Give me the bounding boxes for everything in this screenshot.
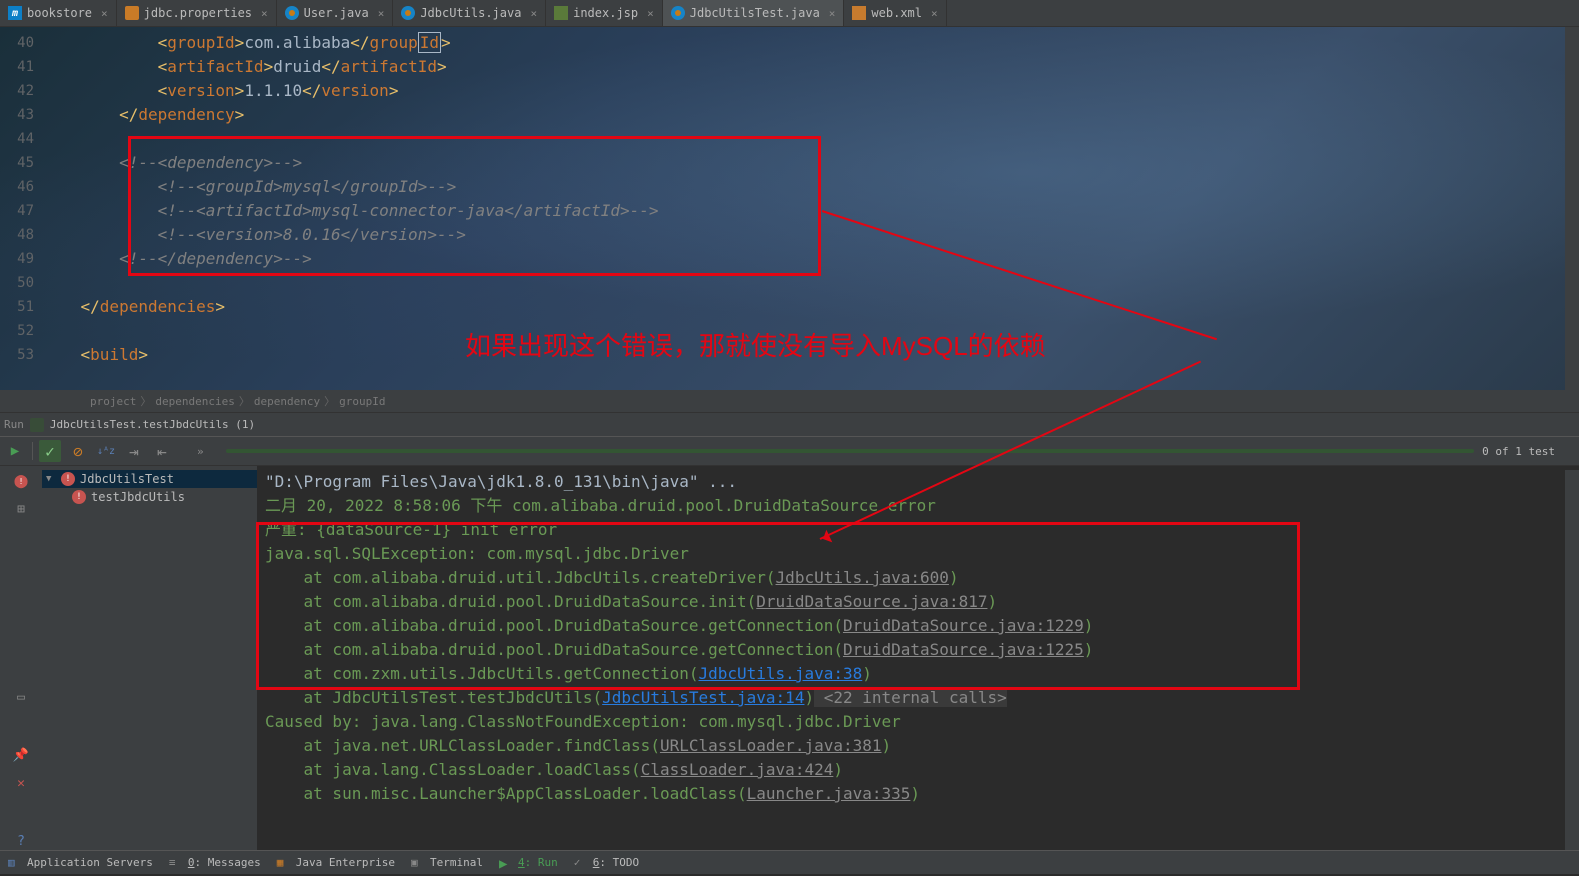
messages-icon: ≡: [169, 856, 183, 870]
pin-tab-icon[interactable]: 📌: [12, 746, 30, 764]
run-label: Run: [4, 418, 24, 431]
sort-button[interactable]: ↓ᴬz: [95, 440, 117, 462]
tab-jdbcutilstest-java[interactable]: JdbcUtilsTest.java ×: [663, 0, 845, 26]
stack-link[interactable]: JdbcUtilsTest.java:14: [602, 688, 804, 707]
jsp-icon: [554, 6, 568, 20]
bottom-toolbar: ▥ Application Servers ≡ 0: Messages ▦ Ja…: [0, 850, 1579, 874]
fail-icon: !: [72, 490, 86, 504]
run-config-name: JdbcUtilsTest.testJbdcUtils (1): [50, 418, 255, 431]
stack-link[interactable]: ClassLoader.java:424: [641, 760, 834, 779]
bb-java-ee[interactable]: ▦ Java Enterprise: [277, 856, 395, 870]
bb-todo[interactable]: ✓ 6: TODO: [574, 856, 639, 870]
tab-label: JdbcUtilsTest.java: [690, 6, 820, 20]
server-icon: ▥: [8, 856, 22, 870]
run-panel-header: Run JdbcUtilsTest.testJbdcUtils (1): [0, 412, 1579, 436]
stack-link[interactable]: URLClassLoader.java:381: [660, 736, 882, 755]
rerun-button[interactable]: ▶: [4, 440, 26, 462]
tab-label: web.xml: [871, 6, 922, 20]
java-icon: [671, 6, 685, 20]
editor-tabs: m bookstore × jdbc.properties × User.jav…: [0, 0, 1579, 27]
xml-icon: [852, 6, 866, 20]
stack-link[interactable]: JdbcUtils.java:38: [698, 664, 862, 683]
fail-icon: !: [61, 472, 75, 486]
toggle-ignore-button[interactable]: ⊘: [67, 440, 89, 462]
properties-icon: [125, 6, 139, 20]
pin-icon[interactable]: [12, 528, 30, 546]
breadcrumb-item[interactable]: project: [90, 395, 136, 408]
close-panel-icon[interactable]: ✕: [12, 774, 30, 792]
line-gutter: 404142 434445 464748 495051 5253: [0, 27, 42, 390]
bb-terminal[interactable]: ▣ Terminal: [411, 856, 483, 870]
tab-jdbcutils-java[interactable]: JdbcUtils.java ×: [393, 0, 546, 26]
test-tree[interactable]: ▼ ! JdbcUtilsTest ! testJbdcUtils: [42, 466, 257, 850]
close-icon[interactable]: ×: [530, 7, 537, 20]
settings-icon[interactable]: ▭: [12, 688, 30, 706]
stack-link[interactable]: DruidDataSource.java:817: [756, 592, 987, 611]
code-content[interactable]: <groupId>com.alibaba</groupId> <artifact…: [42, 27, 1579, 390]
toggle-pass-button[interactable]: ✓: [39, 440, 61, 462]
tab-web-xml[interactable]: web.xml ×: [844, 0, 946, 26]
code-editor[interactable]: 404142 434445 464748 495051 5253 <groupI…: [0, 27, 1579, 390]
close-icon[interactable]: ×: [101, 7, 108, 20]
tab-index-jsp[interactable]: index.jsp ×: [546, 0, 663, 26]
close-icon[interactable]: ×: [261, 7, 268, 20]
tab-jdbc-properties[interactable]: jdbc.properties ×: [117, 0, 277, 26]
console-scrollbar[interactable]: [1565, 470, 1579, 850]
close-icon[interactable]: ×: [647, 7, 654, 20]
console-output[interactable]: "D:\Program Files\Java\jdk1.8.0_131\bin\…: [257, 466, 1579, 850]
stack-link[interactable]: DruidDataSource.java:1229: [843, 616, 1084, 635]
play-icon: ▶: [499, 856, 513, 870]
tab-label: index.jsp: [573, 6, 638, 20]
tree-label: testJbdcUtils: [91, 490, 185, 504]
java-icon: [401, 6, 415, 20]
chevron-down-icon[interactable]: ▼: [46, 474, 56, 484]
test-count: 0 of 1 test: [1482, 445, 1575, 458]
tree-label: JdbcUtilsTest: [80, 472, 174, 486]
breadcrumb-item[interactable]: dependencies: [155, 395, 234, 408]
stack-link[interactable]: DruidDataSource.java:1225: [843, 640, 1084, 659]
stop-icon[interactable]: ⬤!: [12, 472, 30, 490]
close-icon[interactable]: ×: [378, 7, 385, 20]
help-icon[interactable]: ?: [12, 832, 30, 850]
breadcrumb-item[interactable]: groupId: [339, 395, 385, 408]
expand-button[interactable]: ⇥: [123, 440, 145, 462]
bb-app-servers[interactable]: ▥ Application Servers: [8, 856, 153, 870]
maven-icon: m: [8, 6, 22, 20]
tab-label: JdbcUtils.java: [420, 6, 521, 20]
layout-icon[interactable]: ⊞: [12, 500, 30, 518]
bb-messages[interactable]: ≡ 0: Messages: [169, 856, 261, 870]
javaee-icon: ▦: [277, 856, 291, 870]
close-icon[interactable]: ×: [931, 7, 938, 20]
run-panel-body: ⬤! ⊞ ▭ 📌 ✕ ? ▼ ! JdbcUtilsTest ! testJbd…: [0, 466, 1579, 850]
collapse-button[interactable]: ⇤: [151, 440, 173, 462]
tree-root[interactable]: ▼ ! JdbcUtilsTest: [42, 470, 257, 488]
test-progress-bar: [226, 449, 1475, 453]
todo-icon: ✓: [574, 856, 588, 870]
terminal-icon: ▣: [411, 856, 425, 870]
stack-link[interactable]: JdbcUtils.java:600: [776, 568, 949, 587]
run-toolbar: ▶ ✓ ⊘ ↓ᴬz ⇥ ⇤ » 0 of 1 test: [0, 436, 1579, 466]
tab-label: jdbc.properties: [144, 6, 252, 20]
close-icon[interactable]: ×: [829, 7, 836, 20]
stack-link[interactable]: Launcher.java:335: [747, 784, 911, 803]
bb-run[interactable]: ▶ 4: Run: [499, 856, 558, 870]
tab-label: bookstore: [27, 6, 92, 20]
tab-label: User.java: [304, 6, 369, 20]
tree-child[interactable]: ! testJbdcUtils: [42, 488, 257, 506]
java-icon: [285, 6, 299, 20]
breadcrumb: project〉 dependencies〉 dependency〉 group…: [0, 390, 1579, 412]
tab-bookstore[interactable]: m bookstore ×: [0, 0, 117, 26]
run-left-toolbar: ⬤! ⊞ ▭ 📌 ✕ ?: [0, 466, 42, 850]
run-config-icon: [30, 418, 44, 432]
tab-user-java[interactable]: User.java ×: [277, 0, 394, 26]
breadcrumb-item[interactable]: dependency: [254, 395, 320, 408]
